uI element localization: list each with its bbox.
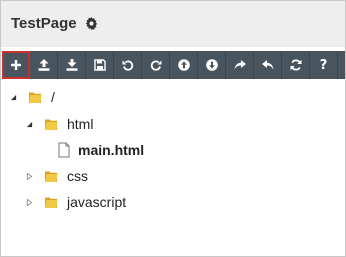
share-icon: [234, 60, 246, 70]
refresh-icon: [290, 59, 301, 71]
reply-icon: [261, 60, 273, 70]
folder-icon: [27, 89, 43, 105]
tree-node-label: main.html: [78, 142, 145, 158]
page-title: TestPage: [11, 14, 77, 32]
expanded-triangle-icon[interactable]: [8, 92, 18, 102]
download-button[interactable]: [58, 51, 86, 79]
collapsed-triangle-icon[interactable]: [24, 197, 34, 207]
arrow-down-circle-icon: [205, 59, 218, 71]
save-button[interactable]: [86, 51, 114, 79]
folder-icon: [43, 116, 59, 132]
upload-button[interactable]: [30, 51, 58, 79]
tree-node-label: html: [67, 116, 94, 132]
expanded-triangle-icon[interactable]: [24, 119, 34, 129]
undo-button[interactable]: [114, 51, 142, 79]
upload-icon: [38, 59, 49, 71]
refresh-button[interactable]: [282, 51, 310, 79]
undo-icon: [122, 60, 133, 71]
file-tree: / html main.html css javascript: [1, 81, 345, 256]
collapsed-triangle-icon[interactable]: [24, 171, 34, 181]
toolbar: ?: [2, 51, 345, 79]
plus-icon: [10, 60, 21, 70]
help-button[interactable]: ?: [310, 51, 338, 79]
save-icon: [93, 59, 106, 71]
new-button[interactable]: [2, 51, 30, 79]
move-up-button[interactable]: [170, 51, 198, 79]
file-icon: [56, 142, 72, 158]
arrow-up-circle-icon: [177, 59, 190, 71]
app-window: TestPage ? / html main.html css javascri…: [0, 0, 346, 257]
tree-node-root[interactable]: /: [8, 85, 55, 109]
move-down-button[interactable]: [198, 51, 226, 79]
redo-icon: [150, 60, 161, 71]
folder-icon: [43, 194, 59, 210]
tree-node-label: javascript: [67, 194, 127, 210]
reply-button[interactable]: [254, 51, 282, 79]
question-icon: ?: [319, 57, 328, 73]
title-bar: TestPage: [1, 1, 345, 47]
forward-button[interactable]: [226, 51, 254, 79]
gear-icon[interactable]: [85, 16, 98, 30]
folder-icon: [43, 168, 59, 184]
tree-node-main-html[interactable]: main.html: [56, 138, 144, 162]
tree-node-css[interactable]: css: [24, 164, 88, 188]
tree-node-label: css: [67, 168, 88, 184]
tree-node-javascript[interactable]: javascript: [24, 190, 126, 214]
download-icon: [66, 59, 77, 71]
tree-node-label: /: [51, 89, 55, 105]
tree-node-html[interactable]: html: [24, 112, 93, 136]
redo-button[interactable]: [142, 51, 170, 79]
toolbar-filler: [338, 51, 345, 79]
